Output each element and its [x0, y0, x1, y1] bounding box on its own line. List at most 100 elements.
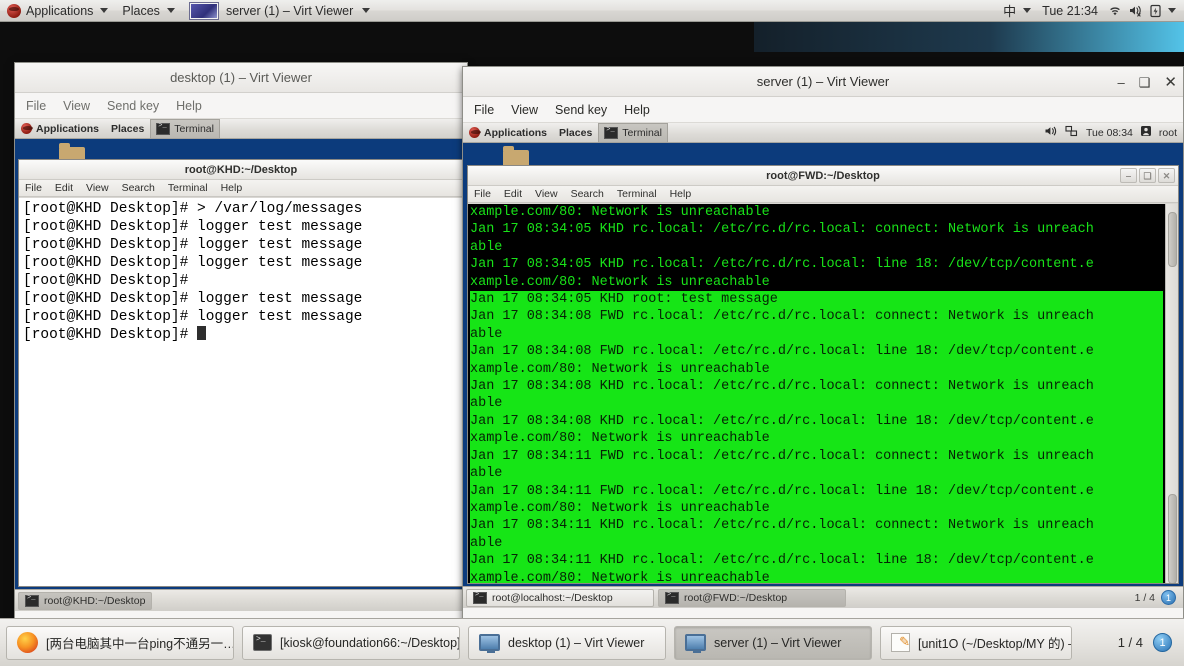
applications-menu[interactable]: Applications: [0, 0, 115, 22]
input-method-indicator[interactable]: 中: [1000, 0, 1034, 22]
menu-file[interactable]: File: [474, 103, 494, 117]
terminal-output-area-fwd[interactable]: xample.com/80: Network is unreachable Jan…: [468, 204, 1178, 583]
terminal-menu-edit[interactable]: Edit: [504, 188, 522, 200]
places-menu-label: Places: [122, 3, 160, 18]
volume-muted-icon[interactable]: [1126, 2, 1144, 20]
minimize-icon[interactable]: ‒: [1118, 76, 1125, 89]
terminal-menu-terminal[interactable]: Terminal: [617, 188, 657, 200]
guest-workspace-switcher[interactable]: 1 / 4 1: [1135, 590, 1180, 605]
guest-user-label[interactable]: root: [1159, 127, 1177, 139]
guest-applications-label: Applications: [484, 126, 548, 139]
terminal-line: [root@KHD Desktop]# > /var/log/messages: [23, 201, 363, 217]
firefox-icon: [17, 632, 38, 653]
terminal-window-khd[interactable]: root@KHD:~/Desktop File Edit View Search…: [18, 159, 464, 587]
host-task-desktop-virt-viewer[interactable]: desktop (1) – Virt Viewer: [468, 625, 666, 660]
guest-applications-menu[interactable]: Applications: [463, 123, 553, 143]
menu-send-key[interactable]: Send key: [555, 103, 607, 117]
terminal-titlebar-fwd[interactable]: root@FWD:~/Desktop ‒ ❑ ✕: [468, 166, 1178, 186]
terminal-line: xample.com/80: Network is unreachable: [470, 569, 1163, 583]
terminal-title-khd: root@KHD:~/Desktop: [184, 163, 298, 176]
volume-icon[interactable]: [1044, 125, 1058, 140]
menu-help[interactable]: Help: [176, 99, 202, 113]
menu-view[interactable]: View: [511, 103, 538, 117]
window-desktop-guest-screen[interactable]: Applications Places Terminal root@KHD:~/…: [15, 119, 467, 611]
menu-file[interactable]: File: [26, 99, 46, 113]
terminal-menu-view[interactable]: View: [535, 188, 558, 200]
terminal-titlebar-khd[interactable]: root@KHD:~/Desktop: [19, 160, 463, 180]
host-task-gedit[interactable]: [unit1O (~/Desktop/MY 的) – ge…: [880, 625, 1072, 660]
terminal-output-khd[interactable]: [root@KHD Desktop]# > /var/log/messages […: [19, 198, 463, 586]
terminal-cursor: [197, 326, 207, 340]
maximize-icon[interactable]: ❑: [1139, 168, 1156, 183]
terminal-menu-help[interactable]: Help: [670, 188, 692, 200]
wifi-icon[interactable]: [1106, 2, 1124, 20]
guest-panel-khd: Applications Places Terminal: [15, 119, 467, 139]
terminal-menu-edit[interactable]: Edit: [55, 182, 73, 194]
clock-label[interactable]: Tue 21:34: [1036, 4, 1104, 18]
scrollbar-thumb-secondary[interactable]: [1168, 494, 1177, 583]
active-window-label: server (1) – Virt Viewer: [225, 3, 354, 18]
host-task-kiosk-terminal[interactable]: [kiosk@foundation66:~/Desktop]: [242, 625, 460, 660]
guest-desktop-khd[interactable]: root@KHD:~/Desktop File Edit View Search…: [15, 139, 467, 611]
host-task-server-virt-viewer[interactable]: server (1) – Virt Viewer: [674, 625, 872, 660]
terminal-icon: [604, 126, 619, 139]
window-desktop-virt-viewer[interactable]: desktop (1) – Virt Viewer File View Send…: [14, 62, 468, 640]
guest-applications-menu[interactable]: Applications: [15, 119, 105, 139]
close-icon[interactable]: ✕: [1164, 75, 1177, 90]
window-server-virt-viewer[interactable]: server (1) – Virt Viewer ‒ ❑ ✕ File View…: [462, 66, 1184, 640]
terminal-menu-file[interactable]: File: [25, 182, 42, 194]
terminal-menu-terminal[interactable]: Terminal: [168, 182, 208, 194]
terminal-line: Jan 17 08:34:08 KHD rc.local: /etc/rc.d/…: [470, 378, 1163, 396]
terminal-scrollbar-fwd[interactable]: [1165, 204, 1178, 583]
terminal-menu-search[interactable]: Search: [571, 188, 604, 200]
guest-places-menu[interactable]: Places: [553, 123, 598, 143]
terminal-icon: [473, 591, 487, 604]
terminal-output-fwd[interactable]: xample.com/80: Network is unreachable Jan…: [468, 204, 1165, 583]
menu-help[interactable]: Help: [624, 103, 650, 117]
terminal-line: able: [470, 238, 1163, 257]
window-server-guest-screen[interactable]: Applications Places Terminal Tue 08: [463, 123, 1183, 608]
window-desktop-title: desktop (1) – Virt Viewer: [170, 70, 312, 85]
terminal-line: [root@KHD Desktop]# logger test message: [23, 255, 363, 271]
host-task-label: server (1) – Virt Viewer: [714, 635, 842, 650]
chevron-down-icon[interactable]: [1168, 8, 1176, 13]
guest-places-menu[interactable]: Places: [105, 119, 150, 139]
network-icon[interactable]: [1065, 125, 1079, 140]
menu-send-key[interactable]: Send key: [107, 99, 159, 113]
guest-clock-label[interactable]: Tue 08:34: [1086, 127, 1133, 139]
active-window-menu[interactable]: server (1) – Virt Viewer: [182, 0, 377, 22]
terminal-menu-view[interactable]: View: [86, 182, 109, 194]
host-workspace-badge[interactable]: 1: [1153, 633, 1172, 652]
terminal-menu-file[interactable]: File: [474, 188, 491, 200]
places-menu[interactable]: Places: [115, 0, 182, 22]
menu-view[interactable]: View: [63, 99, 90, 113]
guest-desktop-fwd[interactable]: root@FWD:~/Desktop ‒ ❑ ✕ File Edit View …: [463, 143, 1183, 608]
minimize-icon[interactable]: ‒: [1120, 168, 1137, 183]
window-thumbnail-icon: [188, 1, 219, 20]
guest-task-root-fwd[interactable]: root@FWD:~/Desktop: [658, 588, 846, 607]
guest-workspace-badge[interactable]: 1: [1161, 590, 1176, 605]
maximize-icon[interactable]: ❑: [1139, 76, 1151, 89]
window-server-titlebar[interactable]: server (1) – Virt Viewer ‒ ❑ ✕: [463, 67, 1183, 97]
close-icon[interactable]: ✕: [1158, 168, 1175, 183]
scrollbar-thumb[interactable]: [1168, 212, 1177, 267]
guest-window-button-terminal[interactable]: Terminal: [150, 119, 220, 139]
guest-task-root-localhost[interactable]: root@localhost:~/Desktop: [466, 588, 654, 607]
terminal-line: xample.com/80: Network is unreachable: [470, 204, 1163, 222]
host-workspace-switcher[interactable]: 1 / 4 1: [1118, 633, 1178, 652]
battery-icon[interactable]: [1146, 2, 1164, 20]
guest-workspace-label: 1 / 4: [1134, 591, 1155, 604]
guest-task-label: root@localhost:~/Desktop: [492, 591, 613, 604]
host-task-firefox[interactable]: [两台电脑其中一台ping不通另一…: [6, 625, 234, 660]
terminal-window-fwd[interactable]: root@FWD:~/Desktop ‒ ❑ ✕ File Edit View …: [467, 165, 1179, 584]
guest-task-root-khd[interactable]: root@KHD:~/Desktop: [18, 591, 153, 610]
host-top-panel: Applications Places server (1) – Virt Vi…: [0, 0, 1184, 22]
guest-applications-label: Applications: [36, 122, 100, 135]
terminal-line: [root@KHD Desktop]# logger test message: [23, 309, 363, 325]
window-desktop-titlebar[interactable]: desktop (1) – Virt Viewer: [15, 63, 467, 93]
host-workspace-label: 1 / 4: [1117, 635, 1143, 650]
terminal-line: Jan 17 08:34:11 FWD rc.local: /etc/rc.d/…: [470, 482, 1163, 500]
terminal-menu-search[interactable]: Search: [122, 182, 155, 194]
guest-window-button-terminal[interactable]: Terminal: [598, 123, 668, 143]
terminal-menu-help[interactable]: Help: [221, 182, 243, 194]
